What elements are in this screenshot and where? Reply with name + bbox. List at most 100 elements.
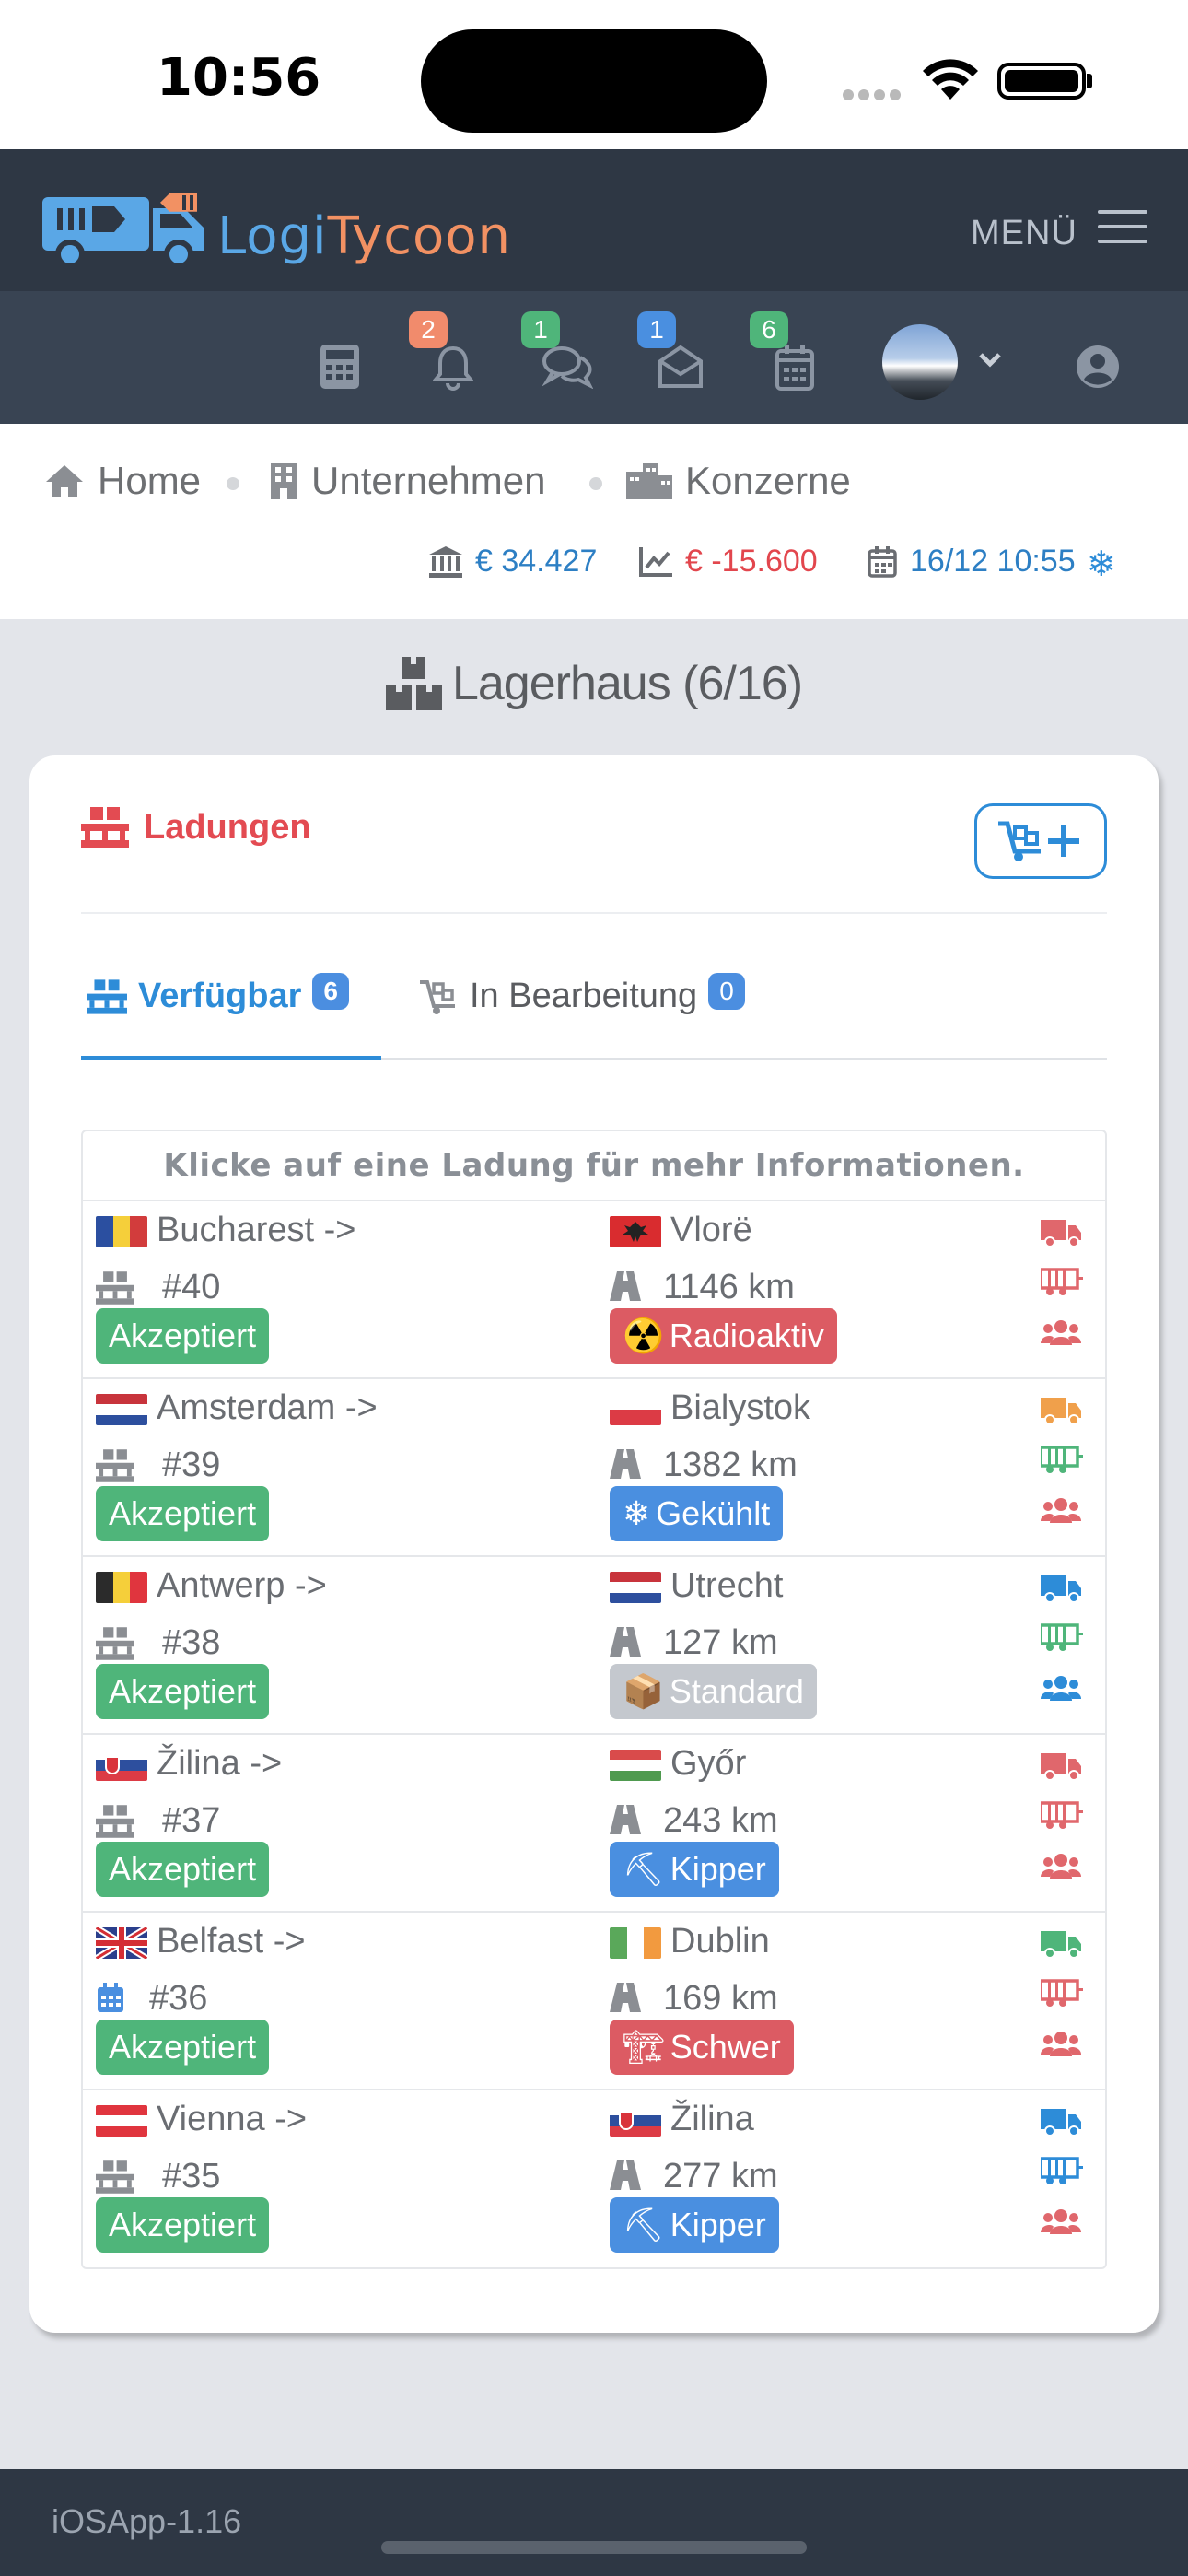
road-icon (610, 1983, 641, 2012)
distance: 243 km (663, 1801, 778, 1840)
trailer-icon (1041, 1979, 1083, 2007)
cellular-icon (843, 88, 905, 105)
origin-city: Vienna -> (157, 2100, 308, 2138)
destination-city: Utrecht (670, 1566, 784, 1605)
destination-flag-icon (610, 2105, 661, 2137)
pallet-icon (96, 1449, 134, 1482)
wifi-icon (923, 59, 978, 100)
dolly-plus-icon (998, 821, 1079, 861)
cargo-type-icon: ⛏ (623, 1850, 665, 1888)
load-row[interactable]: Vienna -> Žilina #35 277 km Akzeptiert ⛏ Kippe… (83, 2090, 1105, 2267)
load-row[interactable]: Belfast -> Dublin #36 169 km Akzeptiert 🏗 Schw… (83, 1913, 1105, 2090)
status-time: 10:56 (157, 48, 321, 108)
drivers-icon (1041, 1498, 1081, 1523)
cargo-type-icon: ⛏ (623, 2206, 665, 2243)
origin-city: Belfast -> (157, 1922, 306, 1961)
add-load-button[interactable] (974, 803, 1107, 879)
status-badge: Akzeptiert (96, 1486, 270, 1541)
battery-icon (997, 63, 1086, 100)
datetime-stat: 16/12 10:55 (868, 544, 1076, 580)
notifications-badge: 2 (409, 311, 448, 348)
origin-flag-icon (96, 1572, 147, 1603)
chat-icon[interactable] (542, 345, 593, 389)
loads-hint: Klicke auf eine Ladung für mehr Informat… (83, 1131, 1105, 1201)
calendar-icon[interactable] (775, 345, 814, 391)
warehouse-boxes-icon (385, 657, 442, 710)
load-id: #40 (162, 1268, 221, 1306)
pallet-icon (96, 1271, 134, 1305)
pallet-icon (96, 1805, 134, 1838)
dynamic-island (421, 29, 767, 133)
road-icon (610, 1805, 641, 1834)
origin-flag-icon (96, 1750, 147, 1781)
load-id: #39 (162, 1446, 221, 1484)
destination-city: Győr (670, 1744, 747, 1783)
breadcrumb-company[interactable]: Unternehmen (269, 459, 545, 503)
user-icon[interactable] (1076, 345, 1120, 389)
drivers-icon (1041, 1320, 1081, 1345)
tab-in-progress-count: 0 (708, 972, 745, 1010)
cargo-type-badge: ❄ Gekühlt (610, 1486, 784, 1541)
load-id: #38 (162, 1623, 221, 1662)
load-row[interactable]: Žilina -> Győr #37 243 km Akzeptiert ⛏ Kipper (83, 1735, 1105, 1913)
load-id: #37 (162, 1801, 221, 1840)
origin-flag-icon (96, 1927, 147, 1959)
truck-logo-icon[interactable] (41, 186, 215, 269)
status-bar: 10:56 (0, 0, 1188, 149)
balance-stat: € 34.427 (429, 544, 597, 580)
trailer-icon (1041, 1268, 1083, 1295)
origin-city: Antwerp -> (157, 1566, 327, 1605)
load-id: #36 (149, 1979, 208, 2018)
chart-line-icon (639, 546, 672, 577)
page-title: Lagerhaus (6/16) (0, 656, 1188, 711)
toolbar: 2 1 1 6 (0, 291, 1188, 424)
calendar-badge: 6 (750, 311, 788, 348)
trailer-icon (1041, 1623, 1083, 1651)
cargo-type-icon: 🏗 (623, 2028, 665, 2066)
mail-badge: 1 (637, 311, 676, 348)
cargo-type-icon: ❄ (623, 1494, 651, 1532)
chevron-down-icon[interactable] (978, 352, 1002, 369)
cargo-type-icon: 📦 (623, 1672, 664, 1710)
distance: 277 km (663, 2157, 778, 2195)
tab-available[interactable]: Verfügbar 6 (87, 972, 349, 1016)
load-id: #35 (162, 2157, 221, 2195)
drivers-icon (1041, 2032, 1081, 2056)
tabs: Verfügbar 6 In Bearbeitung 0 (81, 972, 1107, 1060)
destination-flag-icon (610, 1394, 661, 1425)
status-badge: Akzeptiert (96, 2020, 270, 2075)
status-badge: Akzeptiert (96, 1308, 270, 1364)
truck-icon (1041, 1398, 1081, 1425)
avatar[interactable] (882, 324, 958, 400)
pallet-icon (96, 1627, 134, 1660)
tab-available-count: 6 (312, 972, 349, 1010)
breadcrumb-home[interactable]: Home (44, 459, 201, 503)
bell-icon[interactable] (433, 345, 473, 391)
origin-flag-icon (96, 2105, 147, 2137)
destination-city: Bialystok (670, 1388, 811, 1427)
calculator-icon[interactable] (320, 345, 359, 389)
destination-city: Dublin (670, 1922, 770, 1961)
truck-icon (1041, 1931, 1081, 1959)
cargo-type-badge: 📦 Standard (610, 1664, 817, 1719)
menu-label[interactable]: MENÜ (971, 214, 1077, 253)
distance: 127 km (663, 1623, 778, 1662)
city-icon (626, 463, 672, 499)
mail-open-icon[interactable] (658, 345, 704, 389)
destination-city: Vlorë (670, 1211, 752, 1249)
load-row[interactable]: Amsterdam -> Bialystok #39 1382 km Akzeptier… (83, 1379, 1105, 1557)
road-icon (610, 1449, 641, 1479)
cargo-type-icon: ☢️ (623, 1317, 664, 1354)
breadcrumb-group[interactable]: Konzerne (626, 459, 851, 503)
load-row[interactable]: Bucharest -> Vlorë #40 1146 km Akzeptiert ☢️ R… (83, 1201, 1105, 1379)
building-icon (271, 463, 297, 499)
snowflake-icon: ❄ (1087, 545, 1116, 584)
trailer-icon (1041, 2157, 1083, 2184)
drivers-icon (1041, 1676, 1081, 1701)
app-logo-text: LogiTycoon (217, 206, 512, 266)
load-row[interactable]: Antwerp -> Utrecht #38 127 km Akzeptiert 📦 Sta… (83, 1557, 1105, 1735)
hamburger-menu-icon[interactable] (1098, 210, 1147, 254)
tab-in-progress[interactable]: In Bearbeitung 0 (418, 972, 745, 1016)
destination-flag-icon (610, 1927, 661, 1959)
app-version: iOSApp-1.16 (52, 2502, 242, 2540)
